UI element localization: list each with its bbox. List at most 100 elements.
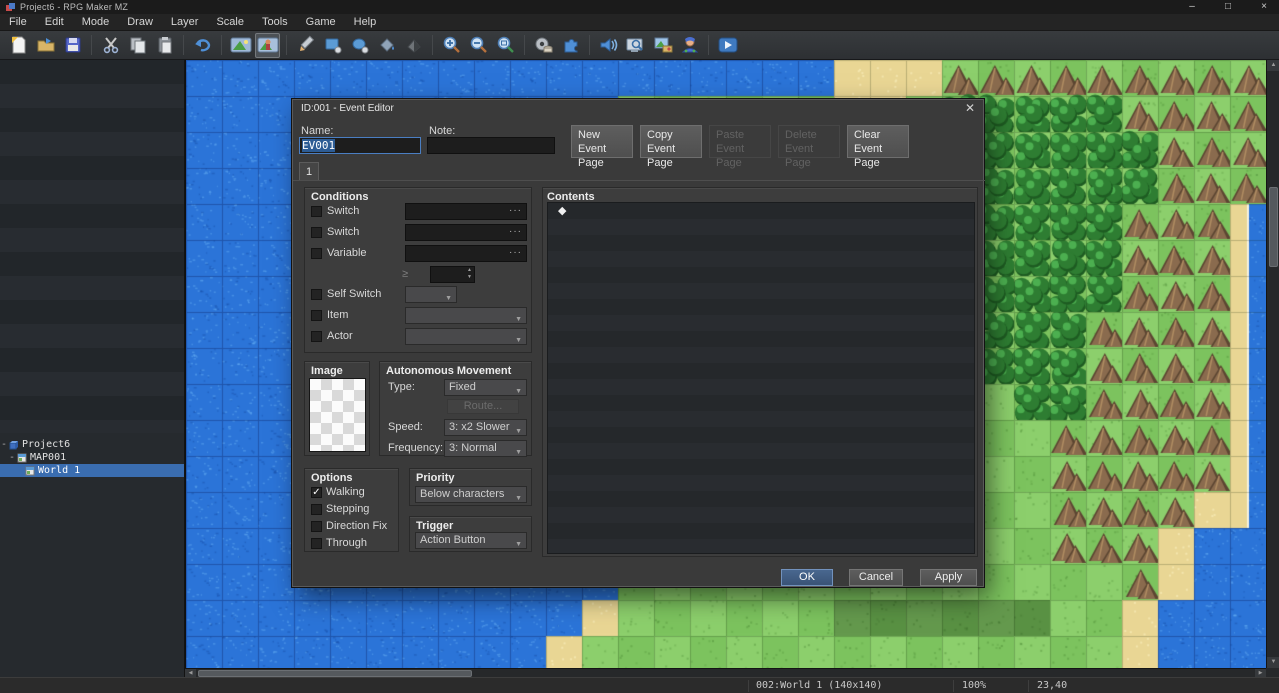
event-command-row[interactable] [548, 443, 974, 459]
map-edit-mode-icon[interactable] [228, 33, 253, 58]
event-searcher-icon[interactable] [623, 33, 648, 58]
open-project-icon[interactable] [33, 33, 58, 58]
actor-dropdown[interactable]: ▼ [405, 328, 527, 345]
event-edit-mode-icon[interactable] [255, 33, 280, 58]
map-horizontal-scrollbar[interactable]: ◀ ▶ [185, 668, 1266, 677]
switch2-checkbox[interactable] [311, 227, 322, 238]
new-project-icon[interactable] [6, 33, 31, 58]
play-test-icon[interactable] [715, 33, 740, 58]
event-command-row[interactable] [548, 523, 974, 539]
spin-up-icon[interactable]: ▲ [467, 267, 472, 273]
item-checkbox[interactable] [311, 310, 322, 321]
zoom-in-icon[interactable] [439, 33, 464, 58]
event-commands-list[interactable]: ◆ [547, 202, 975, 554]
copy-event-page-button[interactable]: CopyEvent Page [640, 125, 702, 158]
event-command-row[interactable] [548, 507, 974, 523]
menu-help[interactable]: Help [345, 14, 386, 31]
event-command-row[interactable] [548, 331, 974, 347]
zoom-actual-size-icon[interactable] [493, 33, 518, 58]
menu-scale[interactable]: Scale [207, 14, 253, 31]
item-dropdown[interactable]: ▼ [405, 307, 527, 324]
event-command-row[interactable] [548, 235, 974, 251]
scroll-up-icon[interactable]: ▲ [1267, 60, 1279, 71]
tree-item-project[interactable]: - Project6 [0, 438, 184, 451]
priority-dropdown[interactable]: Below characters▼ [415, 486, 527, 503]
menu-draw[interactable]: Draw [118, 14, 162, 31]
actor-checkbox[interactable] [311, 331, 322, 342]
note-input[interactable] [427, 137, 555, 154]
rectangle-tool-icon[interactable] [320, 33, 345, 58]
scroll-down-icon[interactable]: ▼ [1267, 657, 1279, 668]
menu-edit[interactable]: Edit [36, 14, 73, 31]
resource-manager-icon[interactable] [650, 33, 675, 58]
ok-button[interactable]: OK [781, 569, 833, 586]
event-command-row[interactable] [548, 299, 974, 315]
event-page-tab-1[interactable]: 1 [299, 162, 319, 181]
cancel-button[interactable]: Cancel [849, 569, 903, 586]
event-command-row[interactable] [548, 315, 974, 331]
undo-icon[interactable] [190, 33, 215, 58]
event-command-row[interactable] [548, 491, 974, 507]
event-command-row[interactable] [548, 427, 974, 443]
zoom-out-icon[interactable] [466, 33, 491, 58]
maximize-button[interactable]: □ [1221, 0, 1235, 14]
horizontal-scroll-thumb[interactable] [198, 670, 472, 677]
event-image-picker[interactable] [309, 378, 366, 452]
variable-value-field[interactable]: ··· [405, 245, 527, 262]
event-command-row[interactable] [548, 283, 974, 299]
database-icon[interactable] [531, 33, 556, 58]
through-checkbox[interactable] [311, 538, 322, 549]
save-project-icon[interactable] [60, 33, 85, 58]
walking-checkbox[interactable]: ✓ [311, 487, 322, 498]
character-generator-icon[interactable] [677, 33, 702, 58]
event-command-row[interactable] [548, 363, 974, 379]
stepping-checkbox[interactable] [311, 504, 322, 515]
event-command-row[interactable] [548, 411, 974, 427]
movement-type-dropdown[interactable]: Fixed▼ [444, 379, 527, 396]
switch1-value-field[interactable]: ··· [405, 203, 527, 220]
event-command-row[interactable]: ◆ [548, 203, 974, 219]
variable-checkbox[interactable] [311, 248, 322, 259]
paste-icon[interactable] [152, 33, 177, 58]
event-name-input[interactable]: EV001 [299, 137, 421, 154]
shadow-pen-tool-icon[interactable] [401, 33, 426, 58]
self-switch-dropdown[interactable]: ▼ [405, 286, 457, 303]
command-marker-icon[interactable]: ◆ [558, 205, 566, 217]
event-command-row[interactable] [548, 539, 974, 554]
event-command-row[interactable] [548, 267, 974, 283]
vertical-scroll-thumb[interactable] [1269, 187, 1278, 267]
event-command-row[interactable] [548, 379, 974, 395]
variable-amount-spinner[interactable]: ▲▼ [430, 266, 475, 283]
ellipsis-icon[interactable]: ··· [509, 226, 522, 237]
trigger-dropdown[interactable]: Action Button▼ [415, 532, 527, 549]
expander-icon[interactable]: - [0, 439, 8, 450]
menu-tools[interactable]: Tools [253, 14, 297, 31]
tileset-palette[interactable] [0, 60, 185, 433]
direction-fix-checkbox[interactable] [311, 521, 322, 532]
self-switch-checkbox[interactable] [311, 289, 322, 300]
flood-fill-tool-icon[interactable] [374, 33, 399, 58]
switch1-checkbox[interactable] [311, 206, 322, 217]
event-command-row[interactable] [548, 219, 974, 235]
clear-event-page-button[interactable]: ClearEvent Page [847, 125, 909, 158]
apply-button[interactable]: Apply [920, 569, 977, 586]
menu-mode[interactable]: Mode [73, 14, 119, 31]
ellipse-tool-icon[interactable] [347, 33, 372, 58]
event-command-row[interactable] [548, 459, 974, 475]
ellipsis-icon[interactable]: ··· [509, 247, 522, 258]
copy-icon[interactable] [125, 33, 150, 58]
movement-frequency-dropdown[interactable]: 3: Normal▼ [444, 440, 527, 457]
ellipsis-icon[interactable]: ··· [509, 205, 522, 216]
close-button[interactable]: × [1257, 0, 1271, 14]
spin-down-icon[interactable]: ▼ [467, 274, 472, 280]
menu-file[interactable]: File [0, 14, 36, 31]
map-vertical-scrollbar[interactable]: ▲ ▼ [1266, 60, 1279, 668]
new-event-page-button[interactable]: NewEvent Page [571, 125, 633, 158]
switch2-value-field[interactable]: ··· [405, 224, 527, 241]
tree-item-world1[interactable]: World 1 [0, 464, 184, 477]
minimize-button[interactable]: – [1185, 0, 1199, 14]
cut-icon[interactable] [98, 33, 123, 58]
tree-item-map001[interactable]: - MAP001 [0, 451, 184, 464]
event-command-row[interactable] [548, 475, 974, 491]
dialog-close-icon[interactable]: ✕ [965, 101, 975, 115]
